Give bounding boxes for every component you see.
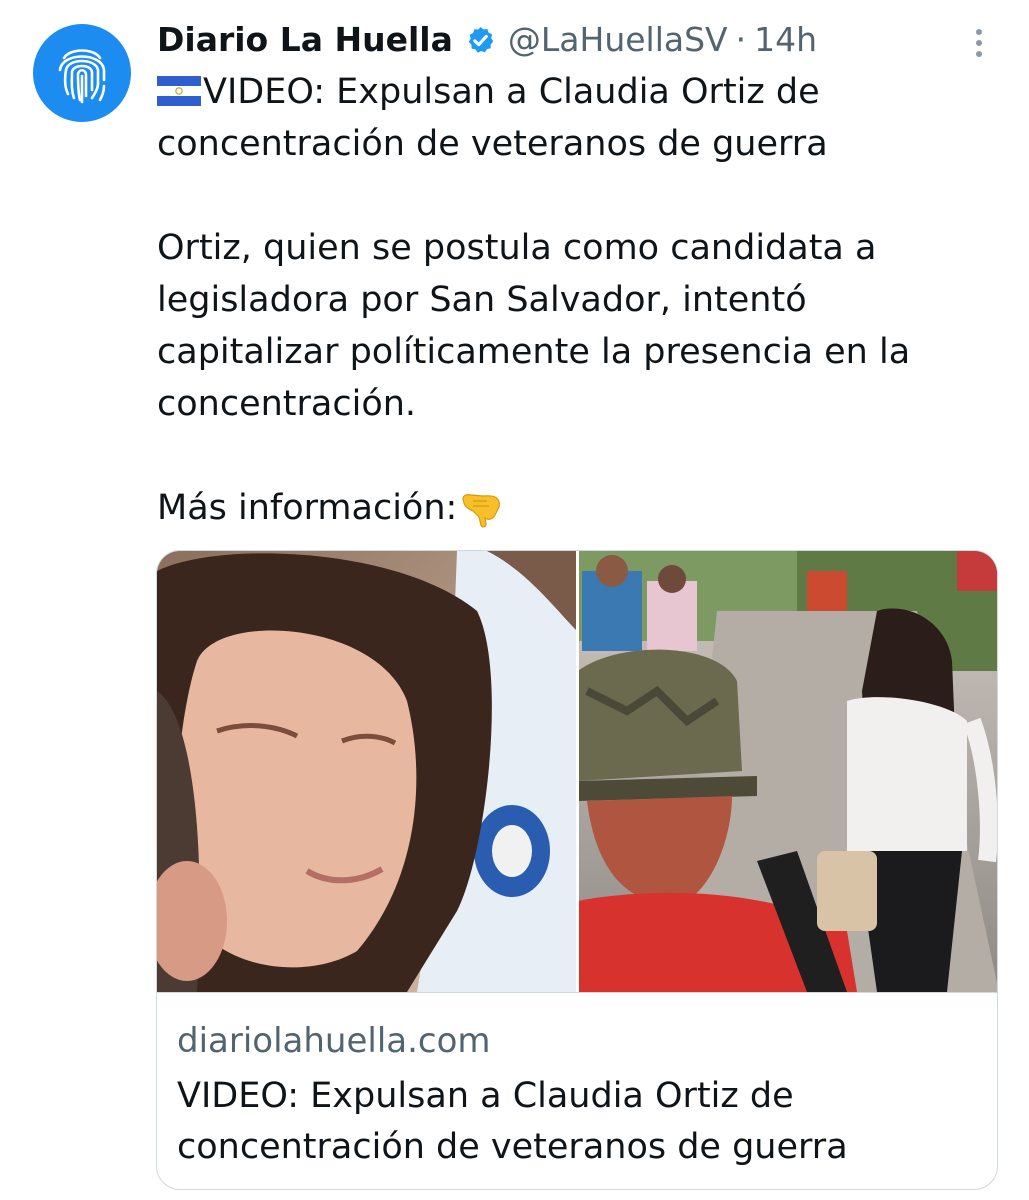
separator-dot: · xyxy=(735,20,747,59)
tweet-text: VIDEO: Expulsan a Claudia Ortiz de xyxy=(203,72,820,112)
card-divider xyxy=(157,992,997,993)
more-dot xyxy=(976,40,982,46)
more-options-icon[interactable] xyxy=(962,22,996,64)
fingerprint-icon xyxy=(58,49,106,104)
card-domain: diariolahuella.com xyxy=(177,1021,491,1061)
tweet-text-line-4: legisladora por San Salvador, intentó xyxy=(157,280,807,320)
timestamp[interactable]: 14h xyxy=(754,14,817,66)
tweet-text-line-1: VIDEO: Expulsan a Claudia Ortiz de xyxy=(157,66,820,118)
tweet-text-line-3: Ortiz, quien se postula como candidata a xyxy=(157,228,877,268)
more-info-text: Más información: xyxy=(157,488,458,528)
display-name[interactable]: Diario La Huella xyxy=(157,14,453,66)
tweet-text-line-5: capitalizar políticamente la presencia e… xyxy=(157,332,911,372)
tweet-text-line-6: concentración. xyxy=(157,384,417,424)
verified-badge-icon xyxy=(468,26,494,53)
tweet-header: Diario La Huella @LaHuellaSV · 14h xyxy=(157,14,817,66)
pointing-down-emoji xyxy=(462,494,501,528)
tweet-text-line-2: concentración de veteranos de guerra xyxy=(157,124,828,164)
handle[interactable]: @LaHuellaSV xyxy=(508,14,728,66)
card-title-line-2: concentración de veteranos de guerra xyxy=(177,1127,848,1167)
card-title-line-1: VIDEO: Expulsan a Claudia Ortiz de xyxy=(177,1076,794,1116)
more-dot xyxy=(976,51,982,57)
tweet-text-line-7: Más información: xyxy=(157,482,503,534)
more-dot xyxy=(976,29,982,35)
tweet[interactable]: Diario La Huella @LaHuellaSV · 14h VIDEO… xyxy=(0,0,1029,1200)
news-photo-collage xyxy=(157,551,997,992)
link-preview-card[interactable]: diariolahuella.com VIDEO: Expulsan a Cla… xyxy=(156,550,998,1190)
avatar[interactable] xyxy=(33,24,131,122)
el-salvador-flag-emoji xyxy=(157,76,201,106)
